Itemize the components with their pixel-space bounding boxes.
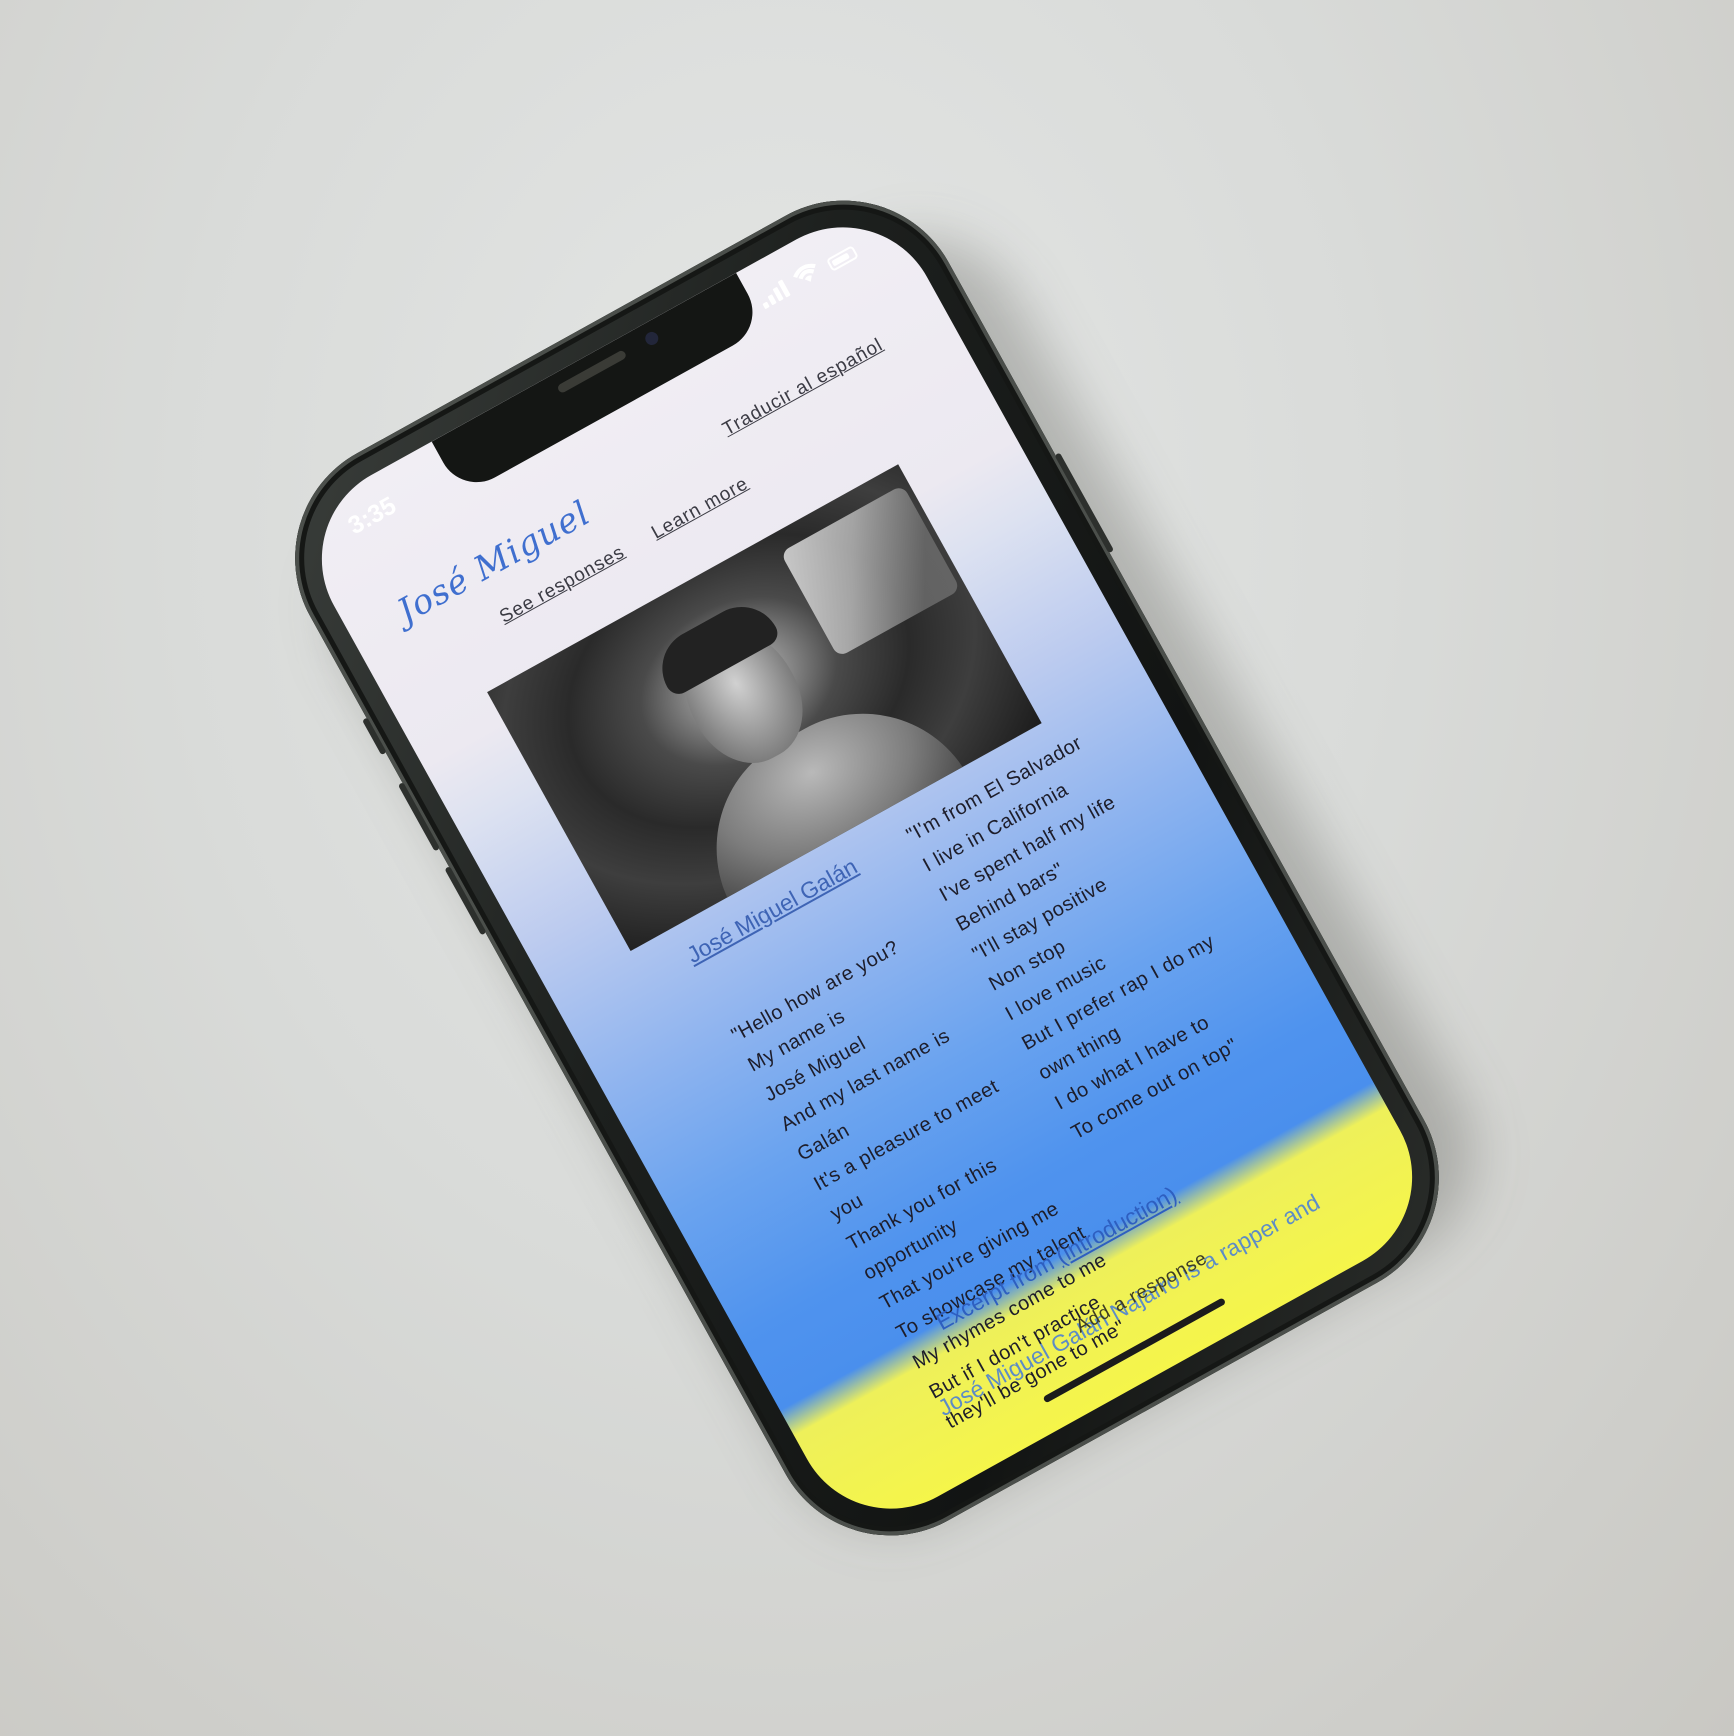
front-camera — [642, 329, 661, 348]
translate-link[interactable]: Traducir al español — [719, 334, 887, 440]
site-logo[interactable]: José Miguel — [391, 493, 597, 632]
learn-more-link[interactable]: Learn more — [648, 473, 752, 544]
background-object — [780, 484, 961, 658]
speaker-grille — [556, 349, 628, 395]
